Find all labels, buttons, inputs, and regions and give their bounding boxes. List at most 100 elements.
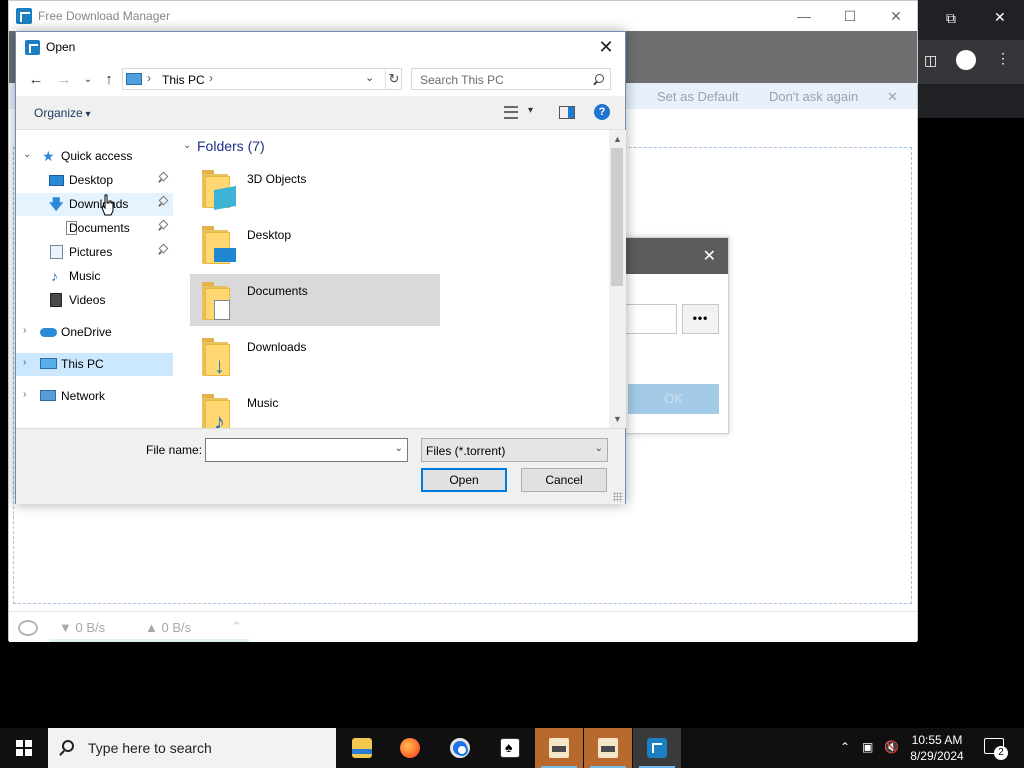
close-notification-icon[interactable]: ✕ xyxy=(887,89,898,105)
add-download-dialog: ✕ ••• OK xyxy=(624,237,729,434)
taskbar: Type here to search ⌃ ▣ 🔇 10:55 AM 8/29/… xyxy=(0,728,1024,768)
save-path-input[interactable] xyxy=(625,304,677,334)
close-button[interactable]: ✕ xyxy=(876,5,916,27)
chevron-up-icon[interactable]: ⌃ xyxy=(231,619,242,635)
change-view-icon[interactable] xyxy=(504,106,518,119)
address-dropdown-icon[interactable]: ⌄ xyxy=(365,71,374,84)
scroll-down-icon[interactable]: ▼ xyxy=(613,414,622,424)
folder-tile-documents[interactable]: Documents xyxy=(190,274,440,326)
file-name-input[interactable]: ⌄ xyxy=(205,438,408,462)
cancel-button[interactable]: Cancel xyxy=(521,468,607,492)
fdm-logo-icon xyxy=(647,738,667,758)
taskbar-solitaire[interactable] xyxy=(486,728,534,768)
pin-icon xyxy=(158,197,166,207)
network-status-icon[interactable]: ▣ xyxy=(862,740,873,754)
minimize-button[interactable]: — xyxy=(784,5,824,27)
taskbar-search-box[interactable]: Type here to search xyxy=(48,728,336,768)
taskbar-app-tray-2[interactable] xyxy=(584,728,632,768)
folder-tile-downloads[interactable]: ↓ Downloads xyxy=(190,330,440,382)
nav-label: Quick access xyxy=(61,149,133,163)
nav-downloads[interactable]: 🡇 Downloads xyxy=(16,193,173,216)
folders-group-header[interactable]: Folders (7) xyxy=(197,138,265,154)
chevron-right-icon[interactable]: › xyxy=(23,357,26,368)
pin-icon xyxy=(158,173,166,183)
nav-videos[interactable]: Videos xyxy=(16,289,173,312)
chevron-down-icon[interactable]: ⌄ xyxy=(23,149,31,160)
profile-icon[interactable] xyxy=(956,50,976,70)
dont-ask-again-button[interactable]: Don't ask again xyxy=(769,89,858,104)
close-icon[interactable]: ✕ xyxy=(994,9,1006,26)
system-clock[interactable]: 10:55 AM 8/29/2024 xyxy=(902,732,972,764)
chevron-down-icon[interactable]: ⌄ xyxy=(183,140,191,151)
browser-toolbar: ◫ ⋮ xyxy=(918,40,1024,84)
nav-label: OneDrive xyxy=(61,325,112,339)
nav-this-pc[interactable]: › This PC xyxy=(16,353,173,376)
breadcrumb-chevron-icon[interactable]: › xyxy=(147,71,151,85)
volume-muted-icon[interactable]: 🔇 xyxy=(884,740,899,754)
nav-onedrive[interactable]: › OneDrive xyxy=(16,321,173,344)
folder-label: 3D Objects xyxy=(247,172,307,186)
search-input[interactable]: Search This PC xyxy=(411,68,611,90)
star-icon: ★ xyxy=(42,148,55,164)
vertical-scrollbar[interactable]: ▲ ▼ xyxy=(609,130,626,428)
folder-label: Music xyxy=(247,396,279,410)
folder-tile-desktop[interactable]: Desktop xyxy=(190,218,440,270)
nav-network[interactable]: › Network xyxy=(16,385,173,408)
address-bar[interactable]: › This PC › ⌄ ↻ xyxy=(122,68,402,90)
chrome-icon xyxy=(450,738,470,758)
file-type-select[interactable]: Files (*.torrent) ⌄ xyxy=(421,438,608,462)
fdm-title: Free Download Manager xyxy=(38,9,171,23)
taskbar-fdm[interactable] xyxy=(633,728,681,768)
nav-documents[interactable]: Documents xyxy=(16,217,173,240)
taskbar-app-tray-1[interactable] xyxy=(535,728,583,768)
ok-button[interactable]: OK xyxy=(628,384,719,414)
show-hidden-icons-chevron-icon[interactable]: ⌃ xyxy=(840,740,850,754)
restore-icon[interactable]: ⧉ xyxy=(946,10,956,27)
set-as-default-button[interactable]: Set as Default xyxy=(657,89,739,104)
more-icon[interactable]: ⋮ xyxy=(996,50,1010,67)
start-button[interactable] xyxy=(0,728,48,768)
music-folder-icon: ♪ xyxy=(202,394,232,428)
folder-tile-music[interactable]: ♪ Music xyxy=(190,386,440,428)
inbox-tray-icon xyxy=(598,738,618,758)
breadcrumb-chevron-icon[interactable]: › xyxy=(209,71,213,85)
help-icon[interactable]: ? xyxy=(594,104,610,120)
download-speed: ▼ 0 B/s xyxy=(59,620,106,635)
scroll-up-icon[interactable]: ▲ xyxy=(613,134,622,144)
refresh-icon[interactable]: ↻ xyxy=(385,69,402,89)
browse-button[interactable]: ••• xyxy=(682,304,719,334)
snail-mode-icon[interactable] xyxy=(18,620,38,636)
view-options-chevron-icon[interactable]: ▾ xyxy=(528,105,533,116)
chevron-right-icon[interactable]: › xyxy=(23,389,26,400)
organize-button[interactable]: Organize xyxy=(34,106,91,120)
breadcrumb-this-pc[interactable]: This PC xyxy=(162,73,205,87)
taskbar-chrome[interactable] xyxy=(436,728,484,768)
resize-grip-icon[interactable] xyxy=(613,492,623,502)
chevron-right-icon[interactable]: › xyxy=(23,325,26,336)
scrollbar-thumb[interactable] xyxy=(611,148,623,286)
close-button[interactable]: ✕ xyxy=(596,37,616,57)
cloud-icon xyxy=(40,328,57,337)
back-arrow-icon[interactable]: ← xyxy=(26,70,46,90)
nav-pictures[interactable]: Pictures xyxy=(16,241,173,264)
taskbar-file-explorer[interactable] xyxy=(338,728,386,768)
close-icon[interactable]: ✕ xyxy=(703,246,716,266)
preview-pane-icon[interactable] xyxy=(559,106,575,119)
downloads-folder-icon: ↓ xyxy=(202,338,232,377)
side-panel-icon[interactable]: ◫ xyxy=(924,52,937,69)
forward-arrow-icon[interactable]: → xyxy=(54,70,74,90)
nav-quick-access[interactable]: ⌄ ★ Quick access xyxy=(16,145,173,168)
open-button[interactable]: Open xyxy=(421,468,507,492)
chevron-down-icon[interactable]: ⌄ xyxy=(395,443,403,454)
up-arrow-icon[interactable]: ↑ xyxy=(99,70,119,90)
taskbar-firefox[interactable] xyxy=(386,728,434,768)
chevron-down-icon[interactable]: ⌄ xyxy=(595,443,603,454)
clock-time: 10:55 AM xyxy=(911,733,963,747)
folder-tile-3d-objects[interactable]: 3D Objects xyxy=(190,162,440,214)
recent-locations-chevron-icon[interactable]: ⌄ xyxy=(78,70,98,90)
maximize-button[interactable]: ☐ xyxy=(830,5,870,27)
nav-music[interactable]: ♪ Music xyxy=(16,265,173,288)
search-icon xyxy=(62,740,74,752)
nav-label: Videos xyxy=(69,293,106,307)
nav-desktop[interactable]: Desktop xyxy=(16,169,173,192)
